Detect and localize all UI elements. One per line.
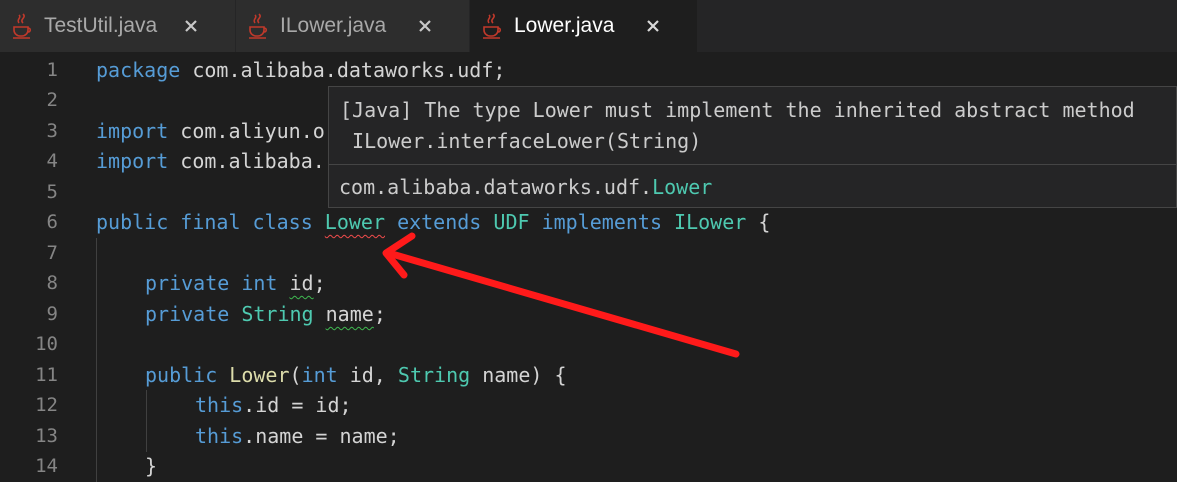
- line-number: 6: [46, 211, 58, 233]
- keyword: import: [96, 119, 169, 143]
- keyword: public: [145, 363, 218, 387]
- hover-location-package: com.alibaba.dataworks.udf.: [339, 175, 653, 199]
- keyword: implements: [541, 210, 662, 234]
- indent-guide: [96, 238, 97, 482]
- code-text: name) {: [470, 363, 567, 387]
- tab-label: ILower.java: [280, 14, 387, 37]
- type-name: String: [241, 302, 314, 326]
- type-name: String: [397, 363, 471, 387]
- code-line-9: private String name;: [145, 299, 386, 329]
- hover-message-line: ILower.interfaceLower(String): [340, 129, 702, 153]
- code-line-13: this.name = name;: [195, 421, 400, 451]
- tab-lower[interactable]: Lower.java: [470, 0, 698, 52]
- class-name-error[interactable]: Lower: [325, 210, 385, 234]
- tab-label: Lower.java: [514, 14, 615, 37]
- code-text: (: [289, 363, 302, 387]
- close-icon[interactable]: [417, 18, 433, 34]
- code-text: com.alibaba.: [168, 149, 325, 173]
- hover-divider: [329, 164, 1176, 165]
- tab-testutil[interactable]: TestUtil.java: [0, 0, 236, 52]
- tab-ilower[interactable]: ILower.java: [236, 0, 470, 52]
- code-text: id,: [337, 363, 398, 387]
- close-icon[interactable]: [183, 18, 199, 34]
- code-line-4: import com.alibaba.: [96, 146, 325, 176]
- line-number: 13: [35, 425, 58, 447]
- code-text: }: [145, 454, 158, 478]
- hover-location-class: Lower: [652, 175, 713, 199]
- keyword: extends: [397, 210, 482, 234]
- tab-label: TestUtil.java: [44, 14, 158, 37]
- keyword: public final class: [96, 210, 313, 234]
- keyword: this: [195, 424, 244, 448]
- code-line-6: public final class Lower extends UDF imp…: [96, 207, 770, 237]
- line-number: 12: [35, 394, 58, 416]
- field-name-warning[interactable]: id: [290, 271, 314, 295]
- line-number: 14: [35, 455, 58, 477]
- java-icon: [249, 13, 268, 39]
- line-number: 9: [46, 303, 58, 325]
- line-number: 11: [35, 364, 58, 386]
- code-line-14: }: [145, 451, 157, 481]
- keyword: import: [96, 149, 169, 173]
- java-icon: [483, 13, 502, 39]
- indent-guide: [146, 390, 147, 452]
- line-number: 7: [46, 242, 58, 264]
- code-text: com.aliyun.o: [168, 119, 325, 143]
- keyword: this: [195, 393, 244, 417]
- close-icon[interactable]: [645, 18, 661, 34]
- hover-message-line: [Java] The type Lower must implement the…: [340, 98, 1135, 122]
- hover-message: [Java] The type Lower must implement the…: [340, 95, 1135, 157]
- keyword: package: [96, 58, 181, 82]
- line-number: 2: [46, 89, 58, 111]
- line-number: 4: [46, 150, 58, 172]
- type-name: UDF: [493, 210, 530, 234]
- code-line-3: import com.aliyun.o: [96, 116, 325, 146]
- type-name: ILower: [674, 210, 747, 234]
- code-line-1: package com.alibaba.dataworks.udf;: [96, 55, 505, 85]
- code-text: {: [746, 210, 771, 234]
- code-line-8: private int id;: [145, 268, 326, 298]
- code-text: ;: [373, 302, 386, 326]
- code-text: com.alibaba.dataworks.udf;: [180, 58, 506, 82]
- keyword: int: [301, 363, 338, 387]
- line-number: 5: [46, 181, 58, 203]
- keyword: private int: [145, 271, 278, 295]
- editor-tab-bar: TestUtil.java ILower.java Lower.java: [0, 0, 1177, 52]
- code-line-11: public Lower(int id, String name) {: [145, 360, 566, 390]
- keyword: private: [145, 302, 230, 326]
- line-number: 1: [46, 59, 58, 81]
- hover-location: com.alibaba.dataworks.udf.Lower: [339, 172, 712, 203]
- code-text: ;: [313, 271, 326, 295]
- java-icon: [13, 13, 32, 39]
- line-number: 10: [35, 333, 58, 355]
- constructor-name: Lower: [229, 363, 290, 387]
- code-text: .id = id;: [243, 393, 352, 417]
- line-number: 8: [46, 272, 58, 294]
- code-text: .name = name;: [243, 424, 400, 448]
- field-name-warning[interactable]: name: [326, 302, 374, 326]
- line-number: 3: [46, 120, 58, 142]
- error-hover-tooltip: [Java] The type Lower must implement the…: [328, 86, 1177, 208]
- code-line-12: this.id = id;: [195, 390, 352, 420]
